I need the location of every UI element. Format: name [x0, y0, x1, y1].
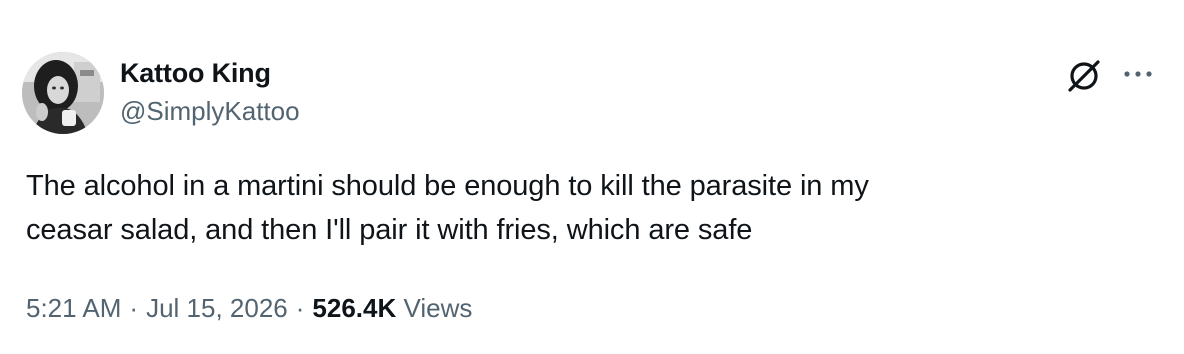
- more-icon-glyph: [1124, 71, 1152, 77]
- avatar-photo: [22, 52, 104, 134]
- separator: ·: [129, 293, 139, 323]
- grok-icon-glyph: [1068, 60, 1100, 92]
- tweet-meta: 5:21 AM · Jul 15, 2026 · 526.4K Views: [26, 288, 472, 328]
- display-name[interactable]: Kattoo King: [120, 56, 300, 90]
- tweet-card: Kattoo King @SimplyKattoo The alcohol in…: [0, 0, 1184, 354]
- views-count[interactable]: 526.4K: [312, 293, 396, 323]
- tweet-date[interactable]: Jul 15, 2026: [146, 293, 288, 323]
- grok-icon[interactable]: [1064, 56, 1104, 96]
- user-handle[interactable]: @SimplyKattoo: [120, 94, 300, 128]
- tweet-text-line: ceasar salad, and then I'll pair it with…: [26, 214, 753, 246]
- tweet-text-line: The alcohol in a martini should be enoug…: [26, 170, 869, 202]
- more-icon[interactable]: [1120, 62, 1156, 86]
- separator: ·: [295, 293, 305, 323]
- author-block: Kattoo King @SimplyKattoo: [120, 56, 300, 128]
- views-label: Views: [403, 293, 473, 323]
- tweet-time[interactable]: 5:21 AM: [26, 293, 121, 323]
- tweet-text: The alcohol in a martini should be enoug…: [26, 164, 1146, 252]
- avatar[interactable]: [22, 52, 104, 134]
